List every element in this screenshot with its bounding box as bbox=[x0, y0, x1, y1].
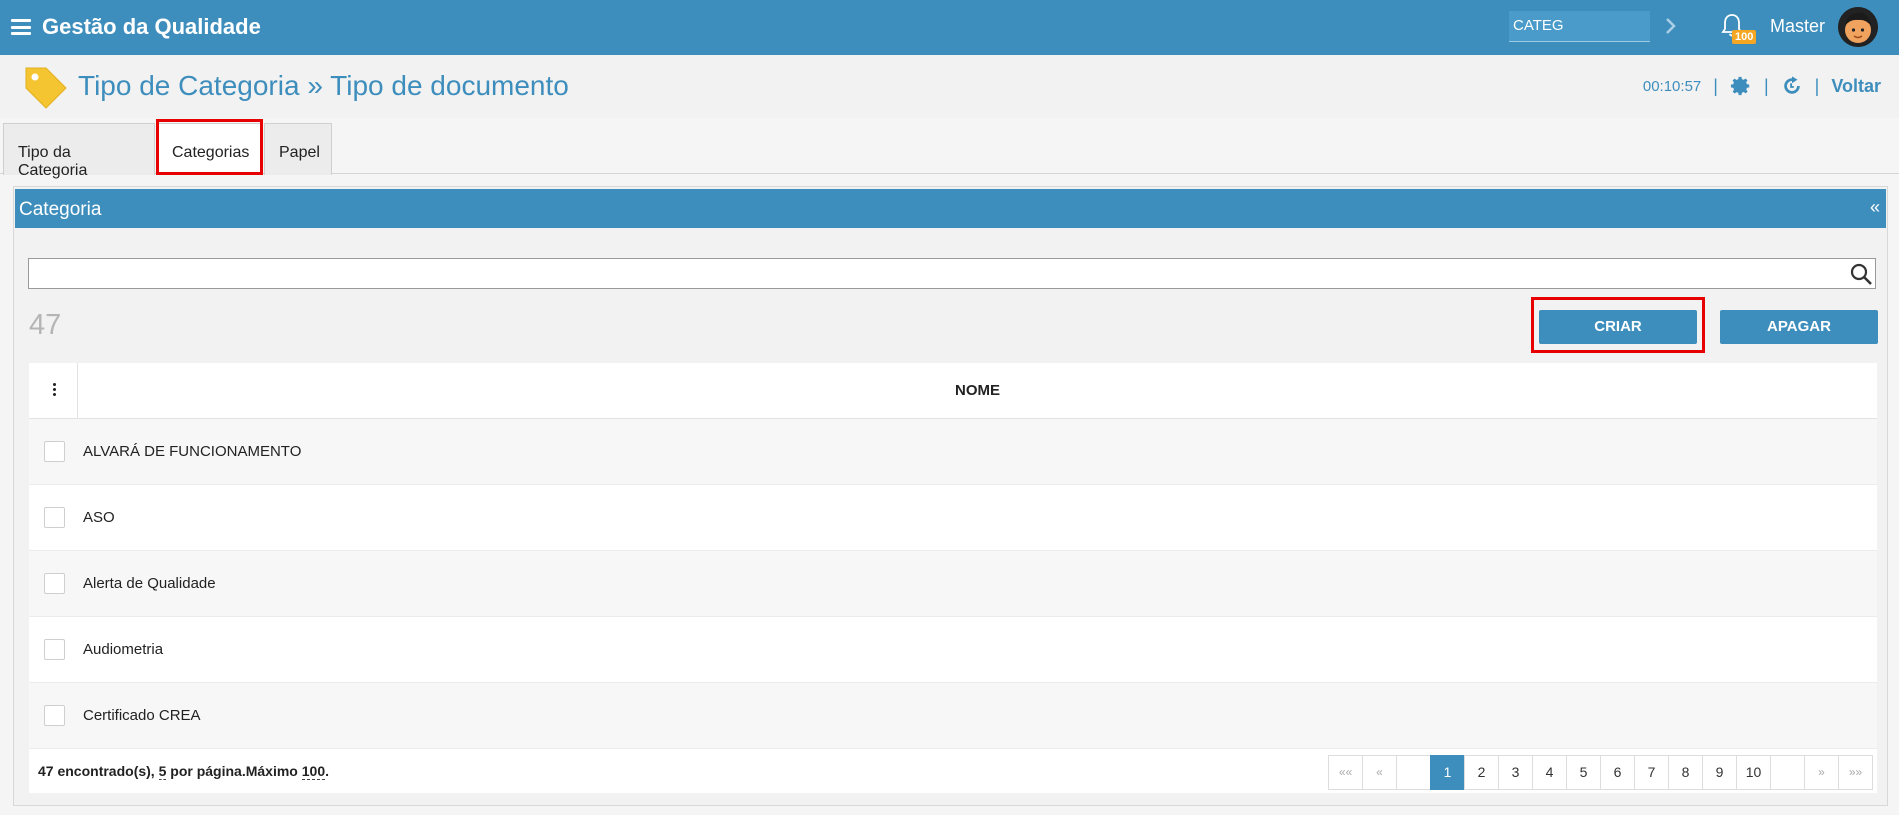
tab-tipo-da-categoria[interactable]: Tipo da Categoria bbox=[3, 123, 155, 179]
page-7[interactable]: 7 bbox=[1634, 755, 1669, 790]
tab-categorias[interactable]: Categorias bbox=[157, 123, 261, 175]
tab-papel[interactable]: Papel bbox=[264, 123, 332, 175]
row-name[interactable]: Alerta de Qualidade bbox=[83, 575, 216, 592]
top-bar: Gestão da Qualidade CATEG 100 Master bbox=[0, 0, 1899, 55]
page-6[interactable]: 6 bbox=[1600, 755, 1635, 790]
search-input[interactable] bbox=[28, 258, 1876, 289]
row-checkbox[interactable] bbox=[44, 507, 65, 528]
categories-table: NOME ALVARÁ DE FUNCIONAMENTO ASO Alerta … bbox=[29, 363, 1877, 793]
row-checkbox[interactable] bbox=[44, 573, 65, 594]
table-row[interactable]: Certificado CREA bbox=[29, 683, 1877, 749]
table-row[interactable]: ALVARÁ DE FUNCIONAMENTO bbox=[29, 419, 1877, 485]
table-header: NOME bbox=[29, 363, 1877, 419]
chevron-right-icon[interactable] bbox=[1664, 14, 1678, 38]
page-1[interactable]: 1 bbox=[1430, 755, 1465, 790]
page-5[interactable]: 5 bbox=[1566, 755, 1601, 790]
app-title[interactable]: Gestão da Qualidade bbox=[42, 14, 261, 40]
avatar-face-icon bbox=[1838, 7, 1878, 47]
page-2[interactable]: 2 bbox=[1464, 755, 1499, 790]
table-row[interactable]: ASO bbox=[29, 485, 1877, 551]
page-title: Tipo de Categoria » Tipo de documento bbox=[78, 70, 569, 101]
column-options-icon[interactable] bbox=[29, 363, 78, 419]
tab-bar: Tipo da Categoria Categorias Papel bbox=[0, 118, 1899, 179]
row-name[interactable]: ALVARÁ DE FUNCIONAMENTO bbox=[83, 443, 301, 460]
page-4[interactable]: 4 bbox=[1532, 755, 1567, 790]
summary-end: . bbox=[325, 763, 329, 779]
row-checkbox[interactable] bbox=[44, 639, 65, 660]
gear-icon[interactable] bbox=[1730, 75, 1752, 97]
page-8[interactable]: 8 bbox=[1668, 755, 1703, 790]
user-name[interactable]: Master bbox=[1770, 16, 1825, 37]
record-count: 47 bbox=[29, 309, 62, 341]
page-next[interactable]: » bbox=[1804, 755, 1839, 790]
found-text: 47 encontrado(s), bbox=[38, 763, 159, 779]
divider: | bbox=[1763, 75, 1769, 96]
delete-button[interactable]: APAGAR bbox=[1720, 310, 1878, 344]
page-last[interactable]: »» bbox=[1838, 755, 1873, 790]
page-9[interactable]: 9 bbox=[1702, 755, 1737, 790]
user-avatar[interactable] bbox=[1838, 7, 1878, 47]
table-body: ALVARÁ DE FUNCIONAMENTO ASO Alerta de Qu… bbox=[29, 419, 1877, 749]
page-3[interactable]: 3 bbox=[1498, 755, 1533, 790]
row-name[interactable]: Certificado CREA bbox=[83, 707, 201, 724]
column-header-nome[interactable]: NOME bbox=[78, 363, 1877, 419]
create-button[interactable]: CRIAR bbox=[1539, 310, 1697, 344]
panel-header: Categoria « bbox=[15, 189, 1886, 228]
page-spacer bbox=[1770, 755, 1805, 790]
page-prev[interactable]: « bbox=[1362, 755, 1397, 790]
row-checkbox[interactable] bbox=[44, 441, 65, 462]
row-name[interactable]: Audiometria bbox=[83, 641, 163, 658]
page-first[interactable]: «« bbox=[1328, 755, 1363, 790]
refresh-icon[interactable] bbox=[1781, 75, 1803, 97]
panel-title: Categoria bbox=[19, 199, 102, 220]
per-page-text: por página.Máximo bbox=[166, 763, 302, 779]
notification-badge: 100 bbox=[1732, 30, 1757, 44]
search-icon[interactable] bbox=[1849, 262, 1873, 286]
categoria-panel: Categoria « 47 CRIAR APAGAR NOME ALVARÁ … bbox=[13, 186, 1888, 806]
max-value[interactable]: 100 bbox=[301, 763, 326, 780]
session-timer: 00:10:57 bbox=[1642, 77, 1702, 95]
back-link[interactable]: Voltar bbox=[1831, 76, 1881, 97]
page-10[interactable]: 10 bbox=[1736, 755, 1771, 790]
divider: | bbox=[1814, 75, 1820, 96]
hamburger-menu-icon[interactable] bbox=[11, 19, 31, 35]
row-checkbox[interactable] bbox=[44, 705, 65, 726]
collapse-icon[interactable]: « bbox=[1870, 197, 1880, 218]
table-footer: 47 encontrado(s), 5 por página.Máximo 10… bbox=[29, 749, 1877, 793]
divider: | bbox=[1713, 75, 1718, 96]
row-name[interactable]: ASO bbox=[83, 509, 115, 526]
page-header: Tipo de Categoria » Tipo de documento 00… bbox=[0, 55, 1899, 118]
table-row[interactable]: Alerta de Qualidade bbox=[29, 551, 1877, 617]
top-search-input[interactable]: CATEG bbox=[1509, 11, 1650, 42]
page-spacer bbox=[1396, 755, 1431, 790]
table-row[interactable]: Audiometria bbox=[29, 617, 1877, 683]
pagination: «« « 1 2 3 4 5 6 7 8 9 10 » »» bbox=[1328, 755, 1873, 790]
tag-icon bbox=[25, 67, 67, 109]
results-summary: 47 encontrado(s), 5 por página.Máximo 10… bbox=[38, 763, 329, 780]
